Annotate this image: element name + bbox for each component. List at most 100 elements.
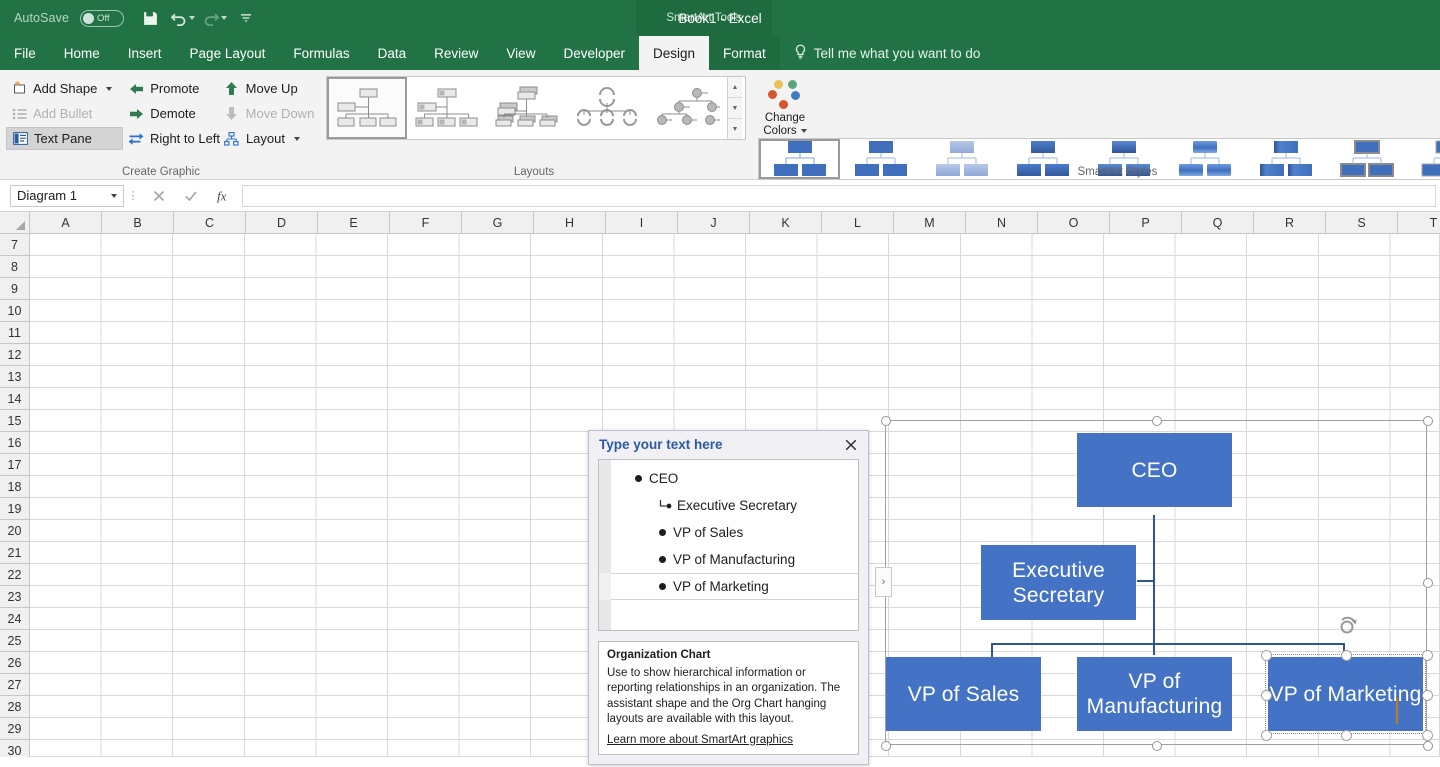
- undo-icon[interactable]: [168, 5, 196, 31]
- shape-handle-middle-right[interactable]: [1422, 690, 1433, 701]
- row-header[interactable]: 8: [0, 256, 29, 278]
- column-header-t[interactable]: T: [1398, 212, 1440, 233]
- text-pane-entry-ceo[interactable]: CEO: [611, 465, 858, 492]
- tab-design[interactable]: Design: [639, 36, 709, 70]
- cancel-icon[interactable]: [144, 184, 174, 208]
- row-header[interactable]: 9: [0, 278, 29, 300]
- layouts-gallery[interactable]: ▲ ▼ ▼: [326, 76, 746, 140]
- column-header-r[interactable]: R: [1254, 212, 1326, 233]
- row-header[interactable]: 7: [0, 234, 29, 256]
- layout-button[interactable]: Layout: [219, 127, 322, 150]
- demote-button[interactable]: Demote: [123, 102, 218, 125]
- resize-handle-bottom-center[interactable]: [1152, 741, 1162, 751]
- row-header[interactable]: 13: [0, 366, 29, 388]
- layout-circle-picture-hierarchy[interactable]: [567, 77, 647, 139]
- save-icon[interactable]: [136, 5, 164, 31]
- layouts-gallery-scrollbar[interactable]: ▲ ▼ ▼: [727, 77, 742, 139]
- column-header-e[interactable]: E: [318, 212, 390, 233]
- column-header-g[interactable]: G: [462, 212, 534, 233]
- row-header[interactable]: 20: [0, 520, 29, 542]
- select-all-corner[interactable]: [0, 212, 30, 233]
- smartart-shape-vp-of-manufacturing[interactable]: VP of Manufacturing: [1077, 657, 1232, 731]
- tab-home[interactable]: Home: [50, 36, 114, 70]
- column-header-j[interactable]: J: [678, 212, 750, 233]
- row-header[interactable]: 25: [0, 630, 29, 652]
- resize-handle-middle-right[interactable]: [1423, 578, 1433, 588]
- layout-half-circle-org-chart[interactable]: [487, 77, 567, 139]
- tab-developer[interactable]: Developer: [549, 36, 639, 70]
- shape-handle-bottom-center[interactable]: [1341, 730, 1352, 741]
- tab-insert[interactable]: Insert: [114, 36, 176, 70]
- chevron-down-icon[interactable]: [801, 129, 807, 133]
- row-header[interactable]: 19: [0, 498, 29, 520]
- row-header[interactable]: 17: [0, 454, 29, 476]
- shape-handle-bottom-left[interactable]: [1261, 730, 1272, 741]
- name-box[interactable]: Diagram 1: [10, 185, 124, 207]
- row-header[interactable]: 23: [0, 586, 29, 608]
- tab-data[interactable]: Data: [364, 36, 421, 70]
- row-header[interactable]: 29: [0, 718, 29, 740]
- text-pane-entry-vp-of-marketing[interactable]: VP of Marketing: [611, 573, 858, 600]
- column-header-a[interactable]: A: [30, 212, 102, 233]
- chevron-down-icon[interactable]: [294, 137, 300, 141]
- shape-handle-top-left[interactable]: [1261, 650, 1272, 661]
- text-pane-list[interactable]: CEO Executive Secretary VP of Sales VP o…: [598, 459, 859, 631]
- shape-handle-middle-left[interactable]: [1261, 690, 1272, 701]
- row-header[interactable]: 11: [0, 322, 29, 344]
- text-pane-entry-vp-of-manufacturing[interactable]: VP of Manufacturing: [611, 546, 858, 573]
- formula-input[interactable]: [242, 185, 1436, 207]
- chevron-down-icon[interactable]: [106, 87, 112, 91]
- autosave-toggle[interactable]: Off: [80, 10, 124, 27]
- scroll-down-icon[interactable]: ▼: [728, 98, 742, 119]
- tab-file[interactable]: File: [0, 36, 50, 70]
- resize-handle-top-center[interactable]: [1152, 416, 1162, 426]
- chevron-down-icon[interactable]: [111, 194, 117, 198]
- confirm-check-icon[interactable]: [176, 184, 206, 208]
- promote-button[interactable]: Promote: [123, 77, 218, 100]
- shape-handle-bottom-right[interactable]: [1422, 730, 1433, 741]
- expand-text-pane-chevron-icon[interactable]: ›: [875, 567, 892, 597]
- formula-bar-grip[interactable]: ⋮: [124, 189, 142, 202]
- column-header-o[interactable]: O: [1038, 212, 1110, 233]
- layout-name-and-title-org-chart[interactable]: [407, 77, 487, 139]
- column-header-q[interactable]: Q: [1182, 212, 1254, 233]
- right-to-left-button[interactable]: Right to Left: [123, 127, 219, 150]
- move-down-button[interactable]: Move Down: [219, 102, 322, 125]
- add-shape-button[interactable]: Add Shape: [6, 77, 123, 100]
- row-header[interactable]: 24: [0, 608, 29, 630]
- column-header-s[interactable]: S: [1326, 212, 1398, 233]
- text-pane-entry-vp-of-sales[interactable]: VP of Sales: [611, 519, 858, 546]
- text-pane-button[interactable]: Text Pane: [6, 127, 123, 150]
- layout-hierarchy[interactable]: [647, 77, 727, 139]
- column-header-k[interactable]: K: [750, 212, 822, 233]
- resize-handle-bottom-left[interactable]: [881, 741, 891, 751]
- rotate-handle-icon[interactable]: [1337, 615, 1359, 637]
- column-header-p[interactable]: P: [1110, 212, 1182, 233]
- tab-view[interactable]: View: [492, 36, 549, 70]
- resize-handle-top-left[interactable]: [881, 416, 891, 426]
- column-header-f[interactable]: F: [390, 212, 462, 233]
- resize-handle-top-right[interactable]: [1423, 416, 1433, 426]
- column-header-c[interactable]: C: [174, 212, 246, 233]
- row-header[interactable]: 14: [0, 388, 29, 410]
- smartart-shape-vp-of-sales[interactable]: VP of Sales: [886, 657, 1041, 731]
- scroll-up-icon[interactable]: ▲: [728, 77, 742, 98]
- row-header[interactable]: 26: [0, 652, 29, 674]
- smartart-shape-executive-secretary[interactable]: Executive Secretary: [981, 545, 1136, 620]
- customize-qat-icon[interactable]: [232, 5, 260, 31]
- row-header[interactable]: 30: [0, 740, 29, 757]
- column-header-b[interactable]: B: [102, 212, 174, 233]
- tab-format[interactable]: Format: [709, 36, 780, 70]
- redo-icon[interactable]: [200, 5, 228, 31]
- tell-me-box[interactable]: Tell me what you want to do: [780, 36, 995, 70]
- column-header-l[interactable]: L: [822, 212, 894, 233]
- column-header-d[interactable]: D: [246, 212, 318, 233]
- shape-handle-top-right[interactable]: [1422, 650, 1433, 661]
- resize-handle-bottom-right[interactable]: [1423, 741, 1433, 751]
- row-header[interactable]: 21: [0, 542, 29, 564]
- learn-more-link[interactable]: Learn more about SmartArt graphics: [607, 733, 793, 749]
- move-up-button[interactable]: Move Up: [219, 77, 322, 100]
- text-pane-entry-executive-secretary[interactable]: Executive Secretary: [611, 492, 858, 519]
- tab-page-layout[interactable]: Page Layout: [176, 36, 280, 70]
- row-header[interactable]: 10: [0, 300, 29, 322]
